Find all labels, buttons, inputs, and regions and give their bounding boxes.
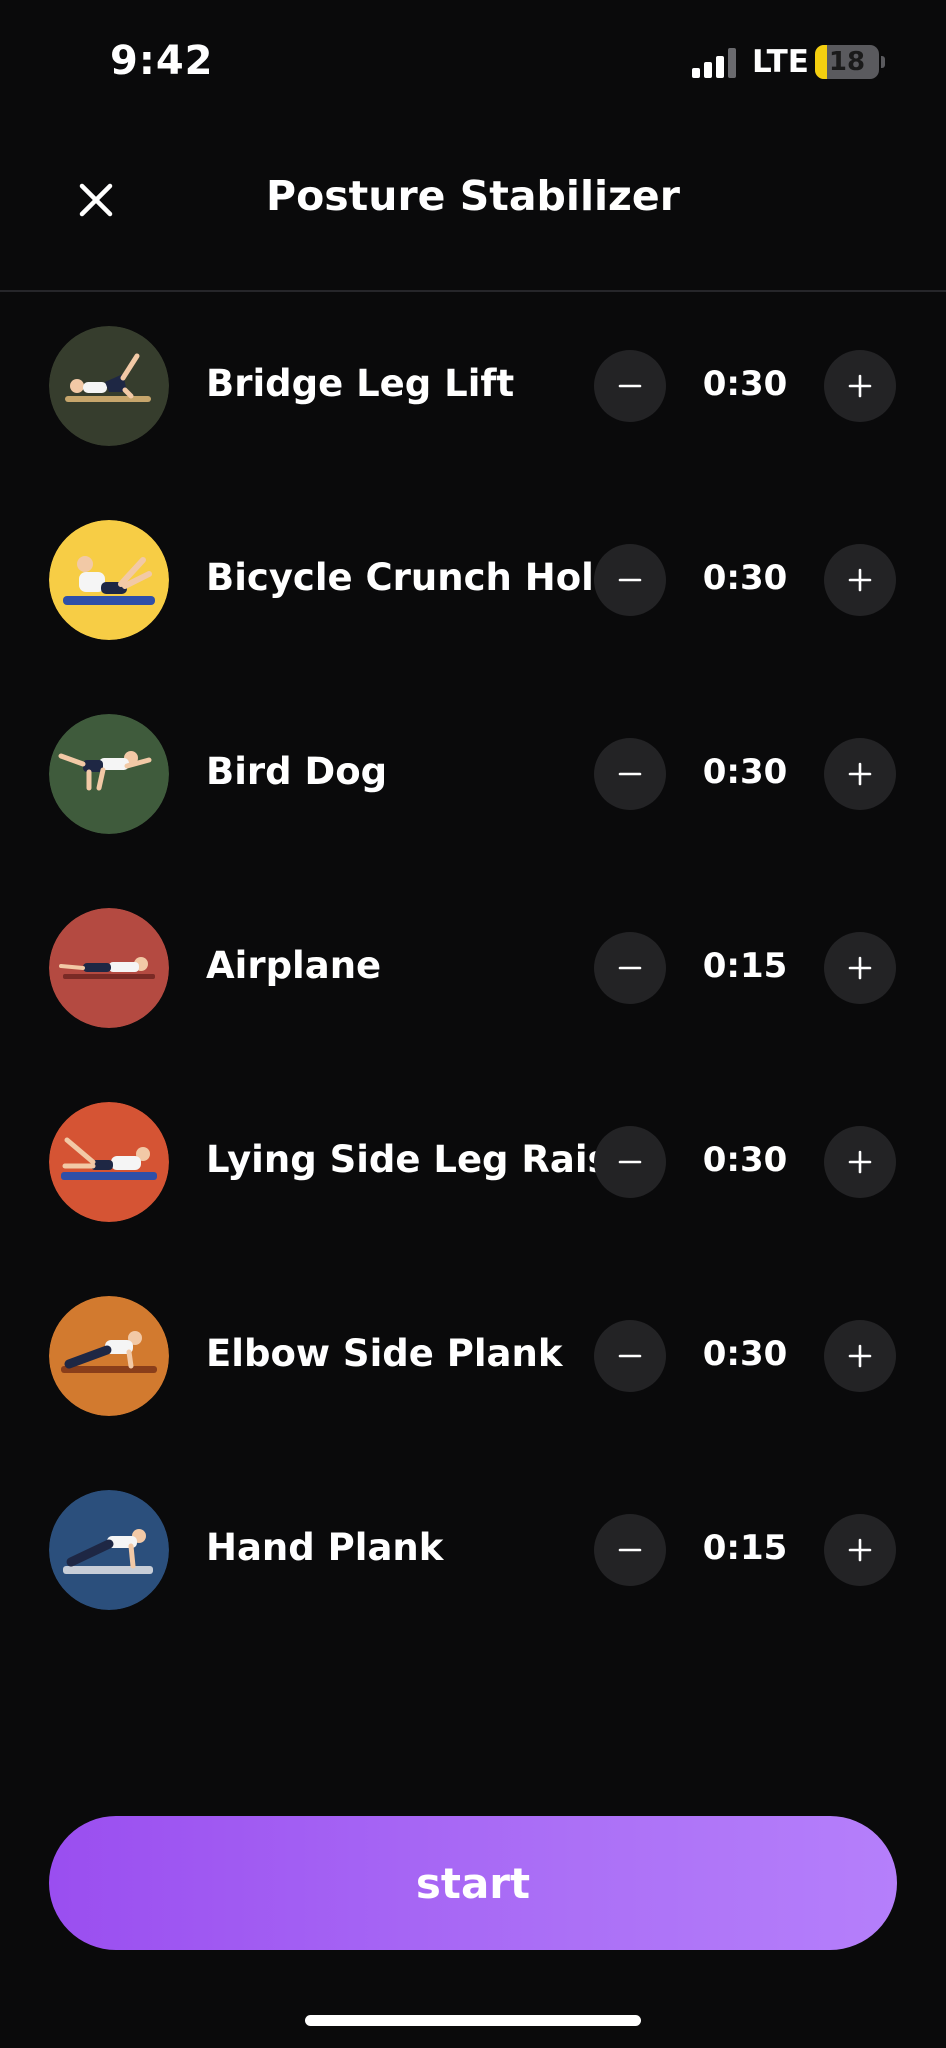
network-label: LTE (752, 44, 809, 80)
exercise-duration: 0:30 (702, 752, 788, 792)
plus-icon (848, 762, 872, 786)
increase-duration-button[interactable] (824, 1126, 896, 1198)
page-title: Posture Stabilizer (266, 172, 680, 220)
decrease-duration-button[interactable] (594, 544, 666, 616)
exercise-thumbnail (49, 326, 169, 446)
exercise-name: Bicycle Crunch Hold (206, 556, 621, 599)
exercise-list[interactable]: Dead Bug0:30Bridge Leg Lift0:30Bicycle C… (0, 134, 946, 1784)
exercise-name: Bird Dog (206, 750, 388, 793)
exercise-name: Bridge Leg Lift (206, 362, 515, 405)
plus-icon (848, 956, 872, 980)
header: Posture Stabilizer (0, 120, 946, 292)
exercise-row[interactable]: Airplane 0:15 (0, 906, 946, 1030)
minus-icon (618, 384, 642, 388)
minus-icon (618, 772, 642, 776)
increase-duration-button[interactable] (824, 350, 896, 422)
exercise-row[interactable]: Bird Dog 0:30 (0, 712, 946, 836)
exercise-duration: 0:15 (702, 1528, 788, 1568)
exercise-name: Elbow Side Plank (206, 1332, 563, 1375)
exercise-duration: 0:30 (702, 558, 788, 598)
increase-duration-button[interactable] (824, 1320, 896, 1392)
decrease-duration-button[interactable] (594, 1320, 666, 1392)
exercise-row[interactable]: Lying Side Leg Raise 0:30 (0, 1100, 946, 1224)
status-time: 9:42 (110, 38, 214, 84)
exercise-thumbnail (49, 714, 169, 834)
plus-icon (848, 1538, 872, 1562)
battery-icon: 18 (815, 45, 879, 79)
plus-icon (848, 1344, 872, 1368)
exercise-duration: 0:30 (702, 1140, 788, 1180)
minus-icon (618, 1548, 642, 1552)
minus-icon (618, 578, 642, 582)
decrease-duration-button[interactable] (594, 1126, 666, 1198)
decrease-duration-button[interactable] (594, 932, 666, 1004)
decrease-duration-button[interactable] (594, 1514, 666, 1586)
plus-icon (848, 374, 872, 398)
minus-icon (618, 1354, 642, 1358)
plus-icon (848, 1150, 872, 1174)
home-indicator (305, 2015, 641, 2026)
exercise-thumbnail (49, 1102, 169, 1222)
exercise-duration: 0:15 (702, 946, 788, 986)
start-button[interactable]: start (49, 1816, 897, 1950)
exercise-row[interactable]: Bicycle Crunch Hold 0:30 (0, 518, 946, 642)
exercise-thumbnail (49, 908, 169, 1028)
decrease-duration-button[interactable] (594, 350, 666, 422)
decrease-duration-button[interactable] (594, 738, 666, 810)
signal-icon (692, 48, 738, 78)
increase-duration-button[interactable] (824, 738, 896, 810)
exercise-row[interactable]: Bridge Leg Lift 0:30 (0, 324, 946, 448)
status-bar: 9:42 LTE 18 (0, 0, 946, 120)
battery-level: 18 (828, 47, 866, 77)
increase-duration-button[interactable] (824, 932, 896, 1004)
minus-icon (618, 1160, 642, 1164)
exercise-duration: 0:30 (702, 364, 788, 404)
battery-nub (881, 56, 885, 68)
exercise-row[interactable]: Elbow Side Plank 0:30 (0, 1294, 946, 1418)
exercise-name: Airplane (206, 944, 382, 987)
minus-icon (618, 966, 642, 970)
increase-duration-button[interactable] (824, 1514, 896, 1586)
exercise-thumbnail (49, 1490, 169, 1610)
exercise-thumbnail (49, 1296, 169, 1416)
exercise-name: Lying Side Leg Raise (206, 1138, 635, 1181)
exercise-thumbnail (49, 520, 169, 640)
increase-duration-button[interactable] (824, 544, 896, 616)
plus-icon (848, 568, 872, 592)
exercise-duration: 0:30 (702, 1334, 788, 1374)
exercise-name: Hand Plank (206, 1526, 444, 1569)
exercise-row[interactable]: Hand Plank 0:15 (0, 1488, 946, 1612)
